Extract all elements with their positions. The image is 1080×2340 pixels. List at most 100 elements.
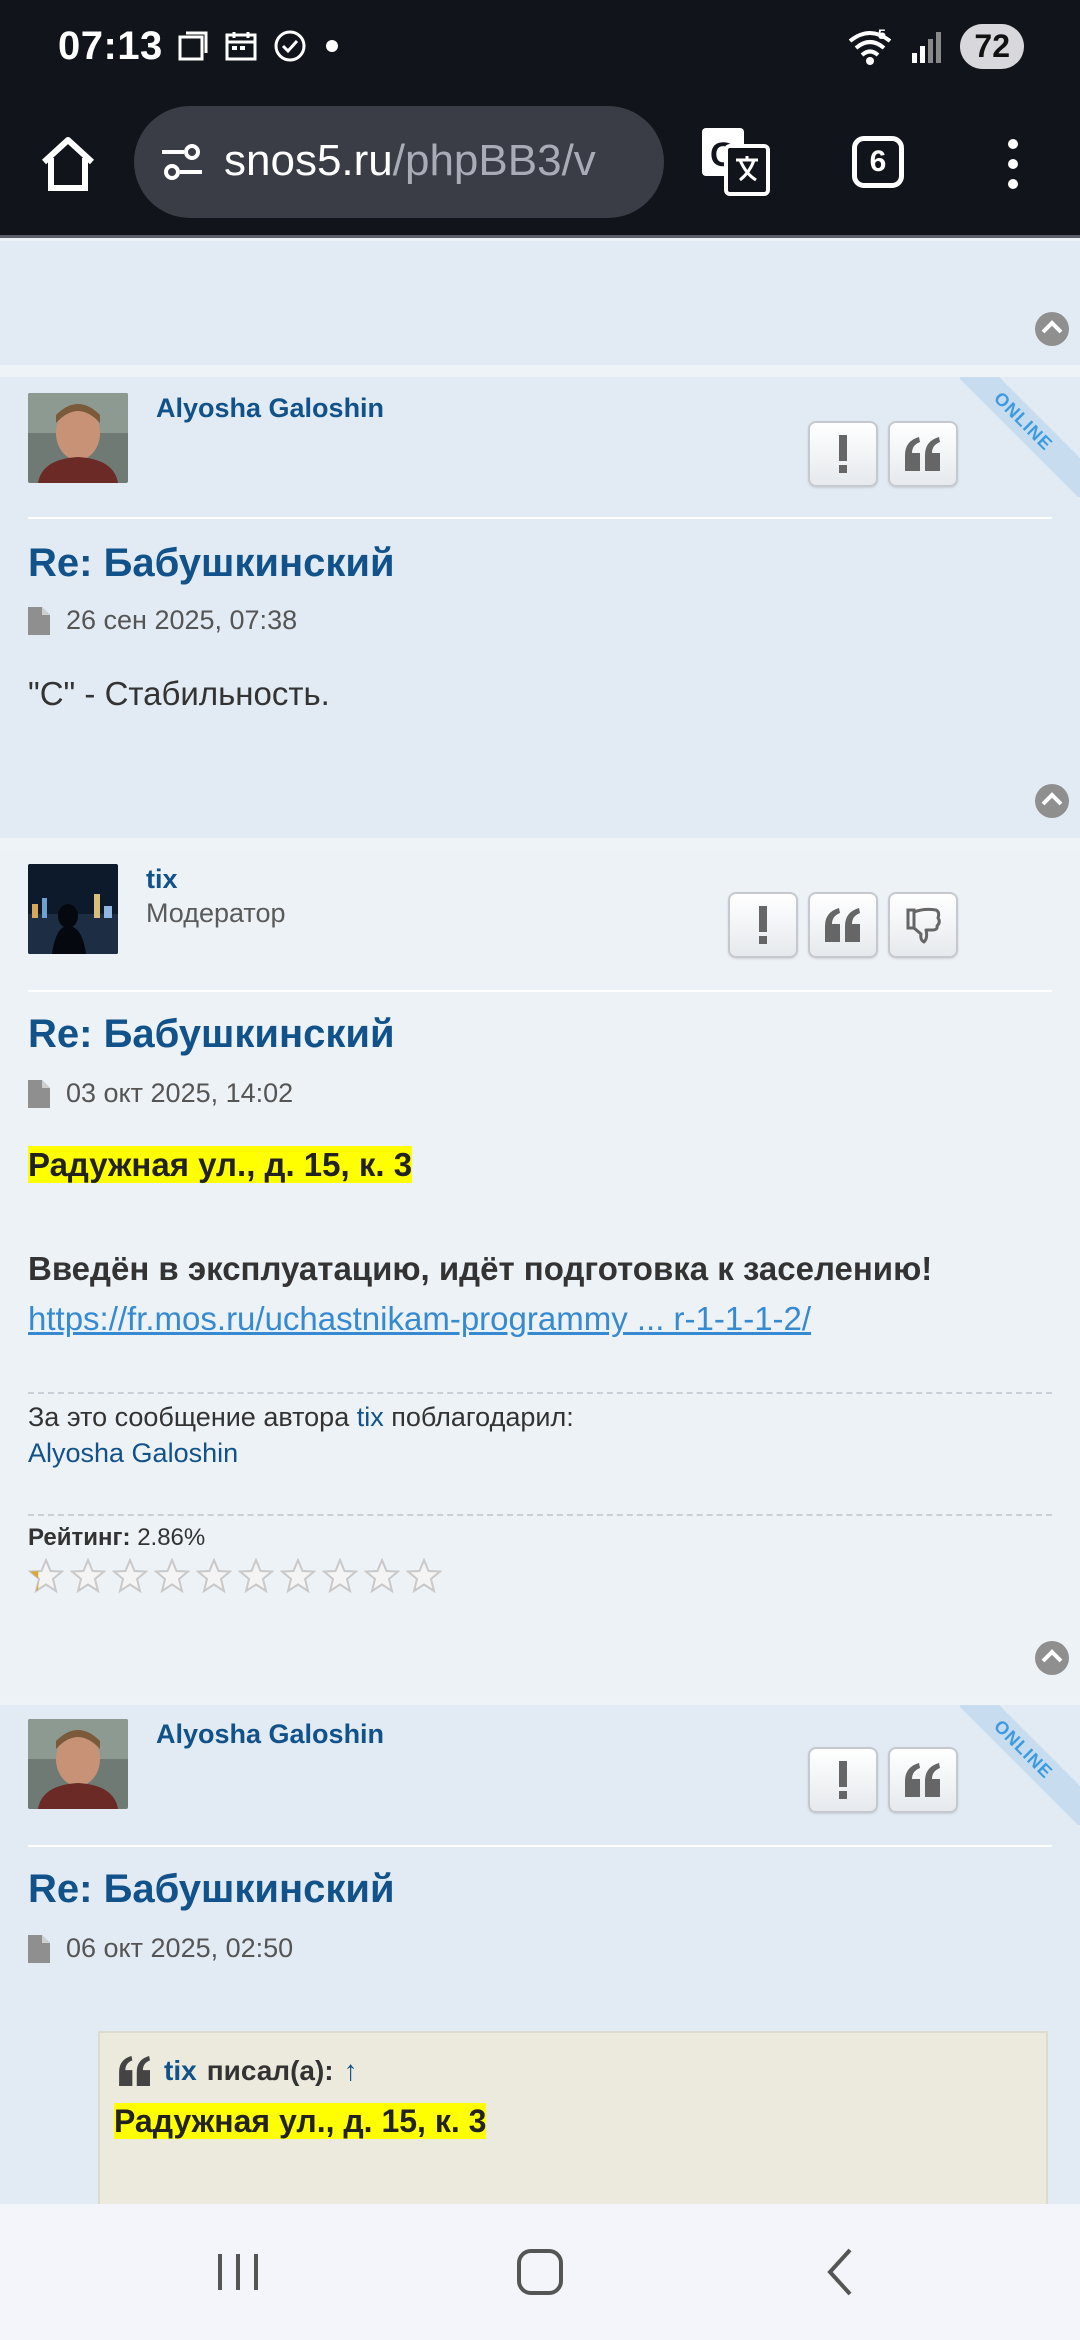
quote-icon [905,1763,940,1797]
recent-apps-icon[interactable] [208,2244,268,2300]
post-date: 03 окт 2025, 14:02 [66,1078,294,1108]
rating-star-icon [322,1558,358,1594]
quote-icon [119,2056,150,2086]
quote-text-row: Радужная ул., д. 15, к. 3 [114,2103,487,2140]
thanks-prefix: За это сообщение автора [28,1402,350,1432]
rating-stars [28,1558,442,1594]
system-nav-bar [0,2204,1080,2340]
rating-star-icon [70,1558,106,1594]
back-to-top-icon[interactable] [1034,1640,1070,1676]
document-icon [28,1079,50,1108]
post: ONLINE Alyosha Galoshin Re: Бабушкинский… [0,1705,1080,2231]
quote-wrote: писал(а): [206,2055,334,2086]
translate-icon[interactable]: G [700,126,770,196]
post-highlight: Радужная ул., д. 15, к. 3 [28,1146,413,1184]
browser-toolbar: snos5.ru/phpBB3/v G 6 [0,96,1080,238]
exclamation-icon [839,435,847,473]
post-author[interactable]: Alyosha Galoshin [156,393,384,424]
avatar[interactable] [28,393,128,483]
tab-switcher-button[interactable]: 6 [852,136,904,188]
avatar[interactable] [28,1719,128,1809]
url-text[interactable]: snos5.ru/phpBB3/v [224,136,596,186]
divider [28,990,1052,992]
rating-star-icon [112,1558,148,1594]
quote-button[interactable] [888,1747,958,1813]
online-label: ONLINE [960,1705,1080,1825]
notification-icons [176,28,342,64]
quote-button[interactable] [888,421,958,487]
post-author[interactable]: Alyosha Galoshin [156,1719,384,1750]
back-icon[interactable] [812,2244,872,2300]
back-to-top-icon[interactable] [1034,783,1070,819]
status-bar: 07:13 5 72 [0,0,1080,96]
thanks-suffix: поблагодарил: [391,1402,574,1432]
rating-star-icon [28,1558,64,1594]
screenshot-icon [178,31,208,61]
thanks-line: За это сообщение автора tix поблагодарил… [28,1402,574,1433]
rating-star-icon [406,1558,442,1594]
quote-text: Радужная ул., д. 15, к. 3 [114,2103,487,2139]
home-nav-icon[interactable] [510,2244,570,2300]
highlighted-address: Радужная ул., д. 15, к. 3 [28,1146,413,1183]
post-title[interactable]: Re: Бабушкинский [28,1867,395,1912]
post-body-bold: Введён в эксплуатацию, идёт подготовка к… [28,1250,933,1287]
rating-label: Рейтинг: [28,1524,131,1551]
quote-icon [825,908,860,942]
post-date: 26 сен 2025, 07:38 [66,605,298,635]
post: ONLINE Alyosha Galoshin Re: Бабушкинский… [0,377,1080,838]
system-icons: 5 72 [846,24,1024,69]
more-vert-icon[interactable] [998,134,1028,194]
dislike-button[interactable] [888,892,958,958]
tune-icon[interactable] [158,138,206,186]
battery-indicator: 72 [960,24,1024,69]
post-meta: 26 сен 2025, 07:38 [28,605,297,636]
rating-value: 2.86% [137,1524,206,1551]
status-time: 07:13 [58,24,163,68]
online-label: ONLINE [960,377,1080,497]
quote-source-link[interactable]: ↑ [344,2055,358,2087]
url-path: /phpBB3/v [392,136,596,185]
report-button[interactable] [808,1747,878,1813]
post-meta: 06 окт 2025, 02:50 [28,1933,293,1964]
home-icon[interactable] [36,132,100,196]
post-title[interactable]: Re: Бабушкинский [28,1012,395,1057]
back-to-top-icon[interactable] [1034,311,1070,347]
calendar-icon [225,32,257,61]
online-ribbon: ONLINE [960,377,1080,497]
url-host: snos5.ru [224,136,393,185]
post-meta: 03 окт 2025, 14:02 [28,1078,293,1109]
report-button[interactable] [728,892,798,958]
wifi-badge: 5 [878,27,886,42]
quote-button[interactable] [808,892,878,958]
rating-star-icon [280,1558,316,1594]
exclamation-icon [839,1761,847,1799]
thumbs-down-icon [906,907,941,944]
task-check-icon [274,30,306,62]
divider [28,517,1052,519]
post-title[interactable]: Re: Бабушкинский [28,541,395,586]
dashed-divider [28,1514,1052,1516]
document-icon [28,606,50,635]
rating-star-icon [364,1558,400,1594]
quote-block: tix писал(а): ↑ Радужная ул., д. 15, к. … [98,2031,1048,2231]
dashed-divider [28,1392,1052,1394]
avatar[interactable] [28,864,118,954]
post-author[interactable]: tix [146,864,178,895]
report-button[interactable] [808,421,878,487]
post: tix Модератор Re: Бабушкинский 03 окт 20… [0,850,1080,1696]
post-link[interactable]: https://fr.mos.ru/uchastnikam-programmy … [28,1300,811,1337]
thanks-user-link[interactable]: Alyosha Galoshin [28,1438,238,1469]
rating-star-icon [154,1558,190,1594]
signal-icon [912,31,942,63]
post-date: 06 окт 2025, 02:50 [66,1933,294,1963]
quote-author-link[interactable]: tix [164,2055,197,2087]
address-bar[interactable]: snos5.ru/phpBB3/v [134,106,664,218]
post-body: "С" - Стабильность. [28,675,330,712]
thanks-author-link[interactable]: tix [357,1402,384,1432]
post-link-row: https://fr.mos.ru/uchastnikam-programmy … [28,1300,811,1338]
wifi-icon: 5 [849,27,892,65]
dot-icon [326,40,338,52]
quote-header: tix писал(а): ↑ [116,2055,358,2087]
exclamation-icon [759,906,767,944]
divider [28,1845,1052,1847]
